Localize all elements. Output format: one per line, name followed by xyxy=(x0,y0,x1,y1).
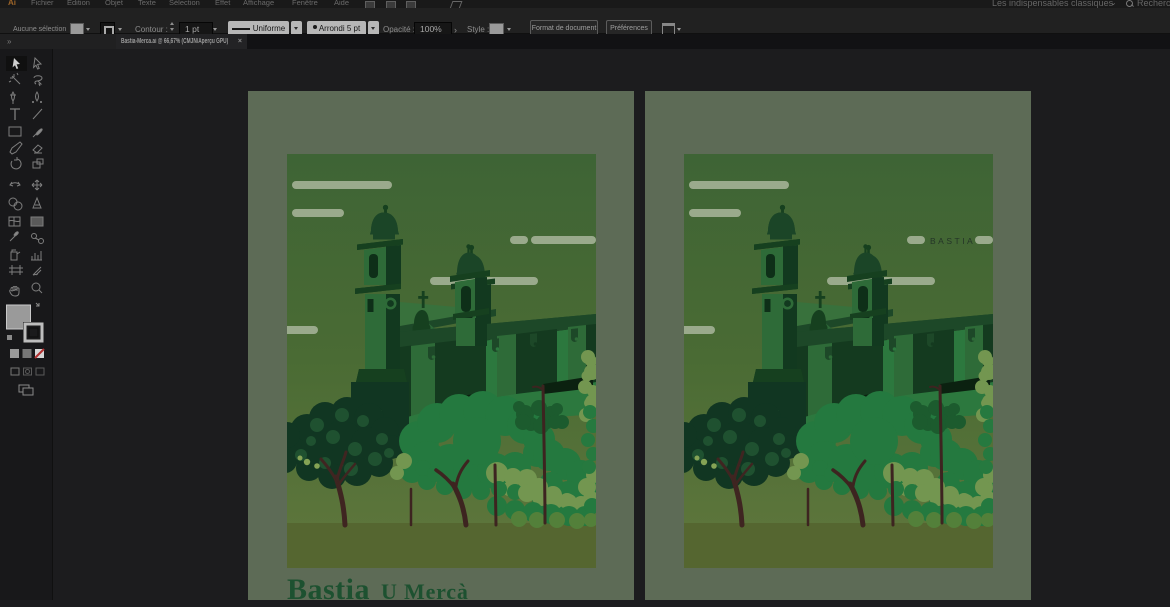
svg-text:BASTIA: BASTIA xyxy=(930,236,975,246)
